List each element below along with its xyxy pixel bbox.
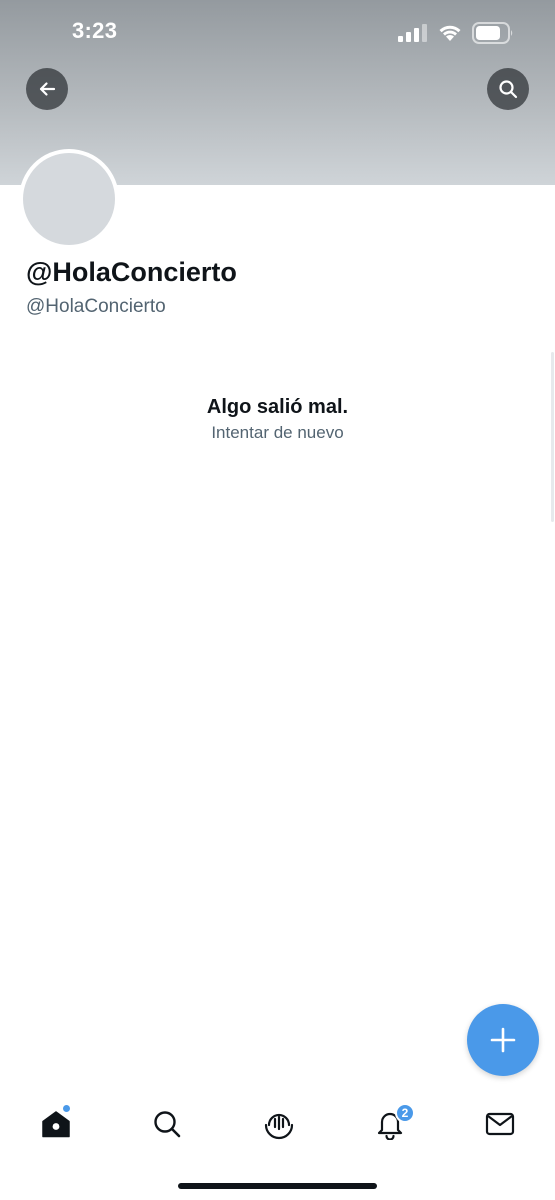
plus-icon	[490, 1027, 516, 1053]
tab-bar: 2	[0, 1094, 555, 1154]
wifi-icon	[439, 25, 461, 41]
tab-spaces[interactable]	[249, 1094, 309, 1154]
profile-display-name: @HolaConcierto	[26, 257, 237, 287]
envelope-icon	[485, 1112, 515, 1136]
profile-screen: 3:23 @HolaConcierto @HolaConcierto Algo …	[0, 0, 555, 1200]
avatar[interactable]	[23, 153, 115, 245]
search-icon	[499, 80, 518, 99]
tab-search[interactable]	[137, 1094, 197, 1154]
profile-handle: @HolaConcierto	[26, 296, 166, 317]
cellular-signal-icon	[398, 24, 427, 42]
tab-home[interactable]	[26, 1094, 86, 1154]
home-indicator[interactable]	[178, 1183, 377, 1189]
spaces-icon	[264, 1113, 294, 1140]
home-icon	[42, 1111, 70, 1138]
home-notification-dot	[62, 1104, 71, 1113]
notification-count-badge: 2	[395, 1103, 415, 1123]
retry-button[interactable]: Intentar de nuevo	[0, 423, 555, 443]
scroll-indicator	[551, 352, 554, 522]
battery-icon	[472, 22, 513, 44]
status-bar: 3:23	[0, 0, 555, 66]
avatar-border	[19, 149, 119, 249]
compose-button[interactable]	[467, 1004, 539, 1076]
search-icon	[154, 1111, 181, 1138]
error-message: Algo salió mal.	[206, 396, 349, 418]
arrow-left-icon	[39, 82, 56, 96]
status-time: 3:23	[72, 18, 118, 43]
search-button[interactable]	[487, 68, 529, 110]
tab-messages[interactable]	[470, 1094, 530, 1154]
back-button[interactable]	[26, 68, 68, 110]
tab-notifications[interactable]: 2	[360, 1094, 420, 1154]
